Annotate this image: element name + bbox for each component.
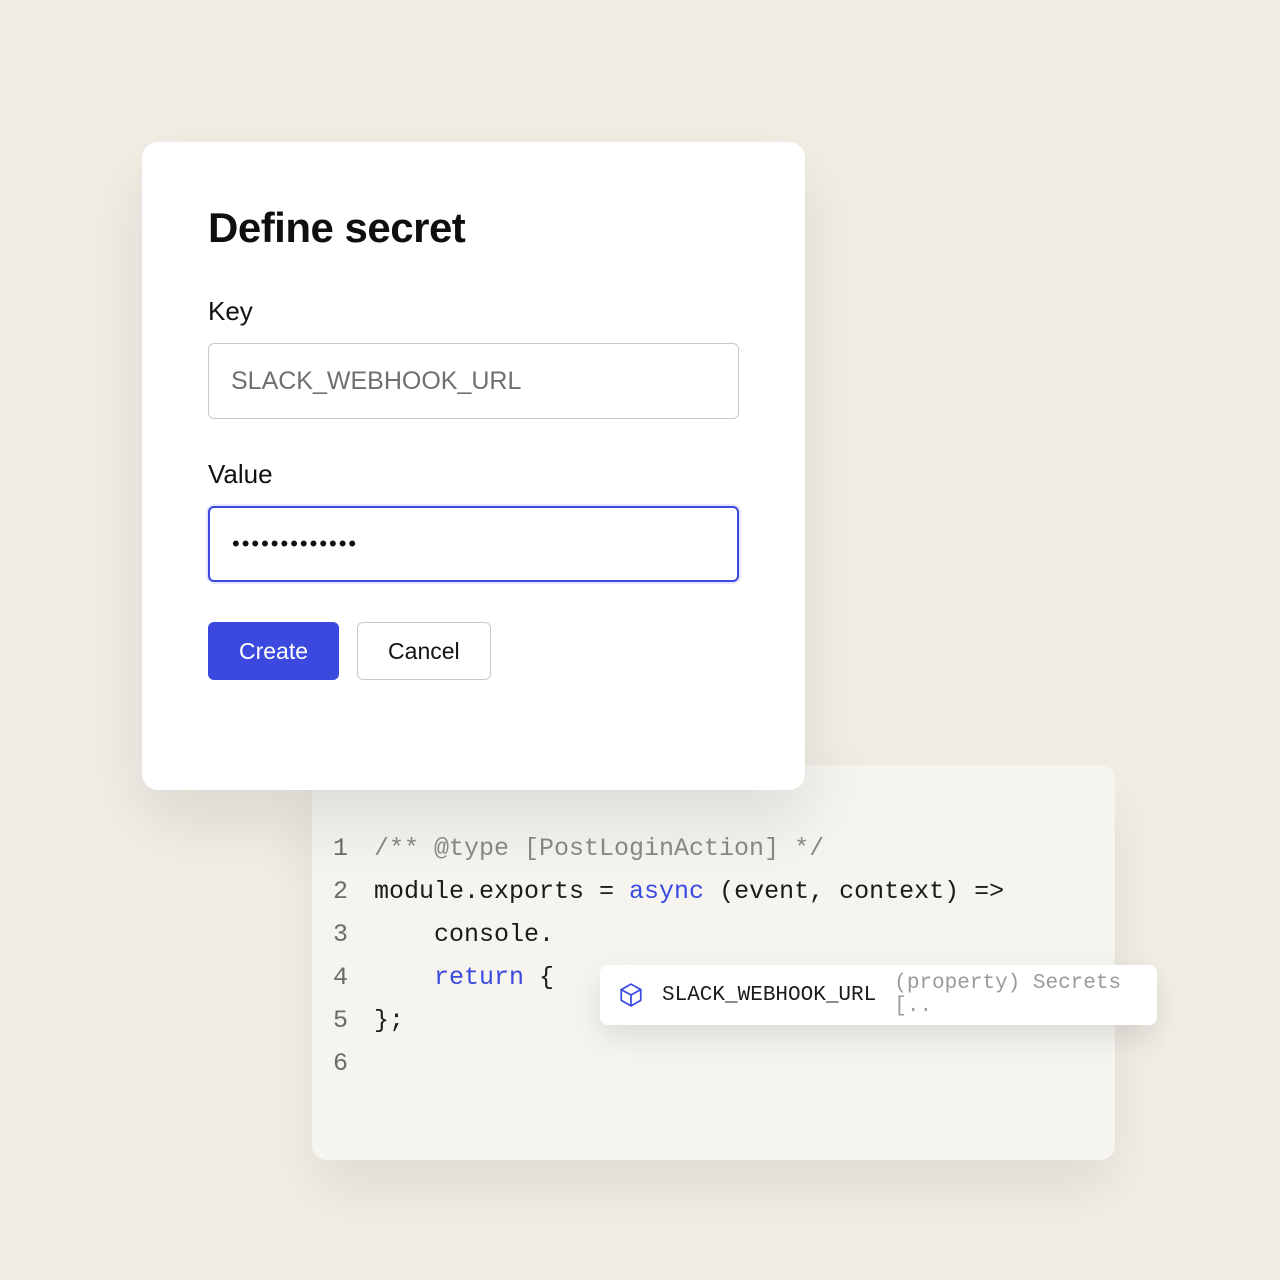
code-content: return { <box>374 956 554 999</box>
line-number: 1 <box>312 827 374 870</box>
key-label: Key <box>208 296 739 327</box>
value-input[interactable] <box>208 506 739 582</box>
line-number: 6 <box>312 1042 374 1085</box>
value-field: Value <box>208 459 739 582</box>
autocomplete-item-hint: (property) Secrets [.. <box>894 972 1139 1018</box>
key-input[interactable] <box>208 343 739 419</box>
code-content: module.exports = async (event, context) … <box>374 870 1004 913</box>
code-line[interactable]: 1/** @type [PostLoginAction] */ <box>312 827 1115 870</box>
modal-title: Define secret <box>208 204 739 252</box>
cube-icon <box>618 982 644 1008</box>
code-line[interactable]: 3 console. <box>312 913 1115 956</box>
code-line[interactable]: 6 <box>312 1042 1115 1085</box>
value-label: Value <box>208 459 739 490</box>
line-number: 5 <box>312 999 374 1042</box>
key-field: Key <box>208 296 739 419</box>
create-button[interactable]: Create <box>208 622 339 680</box>
autocomplete-item-name: SLACK_WEBHOOK_URL <box>662 984 876 1007</box>
modal-button-row: Create Cancel <box>208 622 739 680</box>
cancel-button[interactable]: Cancel <box>357 622 491 680</box>
code-line[interactable]: 2module.exports = async (event, context)… <box>312 870 1115 913</box>
code-editor-panel: 1/** @type [PostLoginAction] */2module.e… <box>312 765 1115 1160</box>
code-content: console. <box>374 913 554 956</box>
line-number: 2 <box>312 870 374 913</box>
define-secret-modal: Define secret Key Value Create Cancel <box>142 142 805 790</box>
code-content: }; <box>374 999 404 1042</box>
line-number: 3 <box>312 913 374 956</box>
autocomplete-popup[interactable]: SLACK_WEBHOOK_URL (property) Secrets [.. <box>600 965 1157 1025</box>
line-number: 4 <box>312 956 374 999</box>
code-content: /** @type [PostLoginAction] */ <box>374 827 824 870</box>
